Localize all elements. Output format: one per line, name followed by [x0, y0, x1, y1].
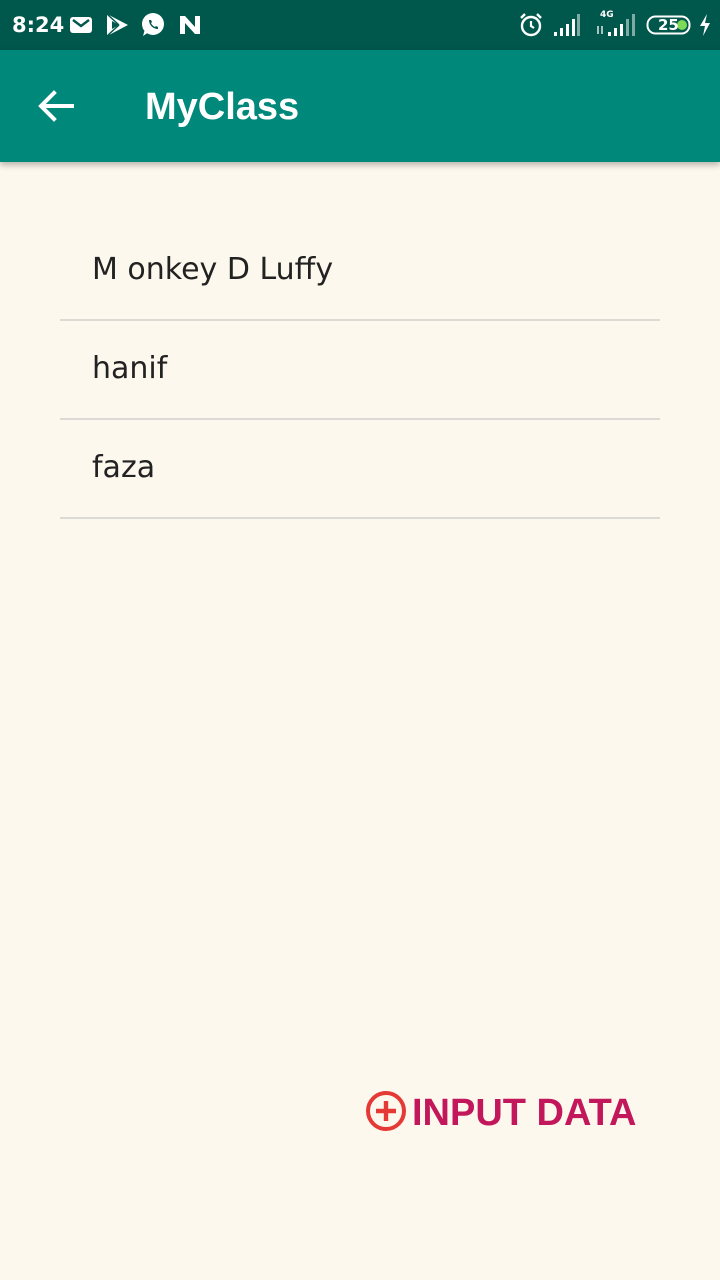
student-list: M onkey D Luffy hanif faza [60, 222, 660, 519]
list-item[interactable]: hanif [60, 321, 660, 420]
app-title: MyClass [145, 86, 300, 128]
input-data-label: INPUT DATA [412, 1092, 637, 1134]
battery-icon: 25 [646, 12, 694, 38]
list-item-label: hanif [92, 351, 168, 386]
charging-icon [697, 12, 713, 38]
arrow-back-icon [26, 90, 86, 138]
alarm-icon [518, 12, 544, 38]
n-icon [177, 12, 203, 38]
list-item-label: faza [92, 450, 156, 485]
list-item[interactable]: faza [60, 420, 660, 519]
network-type-label: 4G [600, 10, 614, 20]
4g-signal-icon: 4G [596, 10, 636, 38]
battery-level: 25 [658, 16, 679, 34]
back-button[interactable] [26, 78, 86, 134]
status-time: 8:24 [12, 13, 65, 37]
input-data-button[interactable]: INPUT DATA [364, 1090, 636, 1136]
whatsapp-icon [140, 12, 166, 38]
add-circle-icon [364, 1089, 408, 1137]
list-item-label: M onkey D Luffy [92, 252, 334, 287]
signal-icon [552, 12, 580, 38]
play-store-icon [104, 12, 130, 38]
app-bar: MyClass [0, 50, 720, 162]
status-bar: 8:24 4G 25 [0, 0, 720, 50]
list-item[interactable]: M onkey D Luffy [60, 222, 660, 321]
gmail-icon [68, 12, 94, 38]
